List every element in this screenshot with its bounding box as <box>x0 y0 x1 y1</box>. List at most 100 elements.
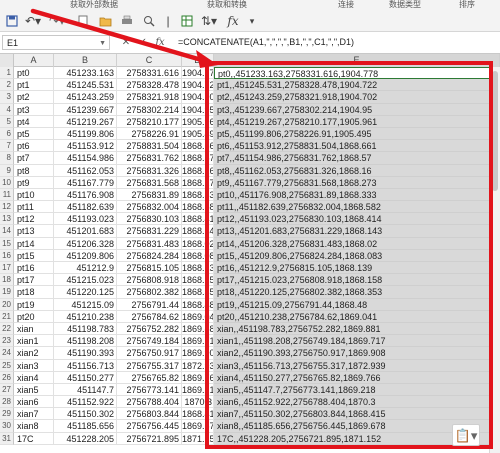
cell-d[interactable]: 1868.139 <box>182 262 214 275</box>
row-number[interactable]: 19 <box>0 286 14 299</box>
cell-a[interactable]: pt14 <box>14 237 54 250</box>
cell-d[interactable]: 1868.48 <box>182 298 214 311</box>
cell-b[interactable]: 451152.922 <box>54 396 117 409</box>
cell-b[interactable]: 451212.9 <box>54 262 117 275</box>
cell-a[interactable]: pt15 <box>14 249 54 262</box>
cell-a[interactable]: xian4 <box>14 371 54 384</box>
cell-e[interactable]: xian5,,451147.7,2756773.141,1869.218 <box>214 383 490 397</box>
row-number[interactable]: 26 <box>0 371 14 384</box>
row-number[interactable]: 25 <box>0 359 14 372</box>
cell-e[interactable]: pt2,,451243.259,2758321.918,1904.702 <box>214 91 490 104</box>
cell-a[interactable]: pt11 <box>14 201 54 214</box>
cell-e[interactable]: xian8,,451185.656,2756756.445,1869.678 <box>214 420 490 433</box>
cell-b[interactable]: 451193.023 <box>54 213 117 226</box>
table-icon[interactable] <box>178 10 196 32</box>
cell-c[interactable]: 2756831.229 <box>117 225 182 238</box>
row-number[interactable]: 5 <box>0 115 14 128</box>
cell-b[interactable]: 451219.267 <box>54 115 117 128</box>
cell-c[interactable]: 2756831.568 <box>117 176 182 189</box>
cell-c[interactable]: 2758321.918 <box>117 91 182 104</box>
cell-b[interactable]: 451162.053 <box>54 164 117 177</box>
cell-e[interactable]: pt18,,451220.125,2756802.382,1868.353 <box>214 286 490 299</box>
cell-e[interactable]: pt5,,451199.806,2758226.91,1905.495 <box>214 127 490 141</box>
cell-c[interactable]: 2756756.445 <box>117 420 182 433</box>
cell-b[interactable]: 451228.205 <box>54 432 117 445</box>
cell-b[interactable]: 451167.779 <box>54 176 117 189</box>
cell-d[interactable]: 1869.717 <box>182 335 214 348</box>
cell-e[interactable]: pt11,,451182.639,2756832.004,1868.582 <box>214 201 490 214</box>
row-number[interactable]: 2 <box>0 79 14 92</box>
cell-e[interactable]: xian3,,451156.713,2756755.317,1872.939 <box>214 359 490 372</box>
cell-e[interactable]: xian4,,451150.277,2756765.82,1869.766 <box>214 371 490 384</box>
cell-d[interactable]: 1869.881 <box>182 322 214 336</box>
row-number[interactable]: 7 <box>0 140 14 153</box>
cell-b[interactable]: 451220.125 <box>54 286 117 299</box>
cell-b[interactable]: 451150.302 <box>54 408 117 421</box>
cell-e[interactable]: pt0,,451233.163,2758331.616,1904.778 <box>214 67 490 80</box>
row-number[interactable]: 8 <box>0 152 14 165</box>
cell-b[interactable]: 451156.713 <box>54 359 117 372</box>
row-number[interactable]: 12 <box>0 201 14 214</box>
open-icon[interactable] <box>96 10 114 32</box>
cell-b[interactable]: 451233.163 <box>54 67 117 80</box>
cell-b[interactable]: 451206.328 <box>54 237 117 250</box>
cell-d[interactable]: 1869.041 <box>182 310 214 323</box>
cell-b[interactable]: 451199.806 <box>54 127 117 141</box>
row-number[interactable]: 24 <box>0 347 14 360</box>
cell-c[interactable]: 2758831.504 <box>117 140 182 153</box>
cell-d[interactable]: 1905.961 <box>182 115 214 128</box>
cell-a[interactable]: xian7 <box>14 408 54 421</box>
cell-b[interactable]: 451201.683 <box>54 225 117 238</box>
cell-e[interactable]: pt7,,451154.986,2756831.762,1868.57 <box>214 152 490 165</box>
cell-e[interactable]: pt1,,451245.531,2758328.478,1904.722 <box>214 79 490 92</box>
cell-c[interactable]: 2756784.62 <box>117 310 182 323</box>
cell-a[interactable]: xian3 <box>14 359 54 372</box>
cell-b[interactable]: 451182.639 <box>54 201 117 214</box>
cell-a[interactable]: pt1 <box>14 79 54 92</box>
row-number[interactable]: 3 <box>0 91 14 104</box>
select-all-corner[interactable] <box>0 54 14 67</box>
cell-b[interactable]: 451153.912 <box>54 140 117 153</box>
row-number[interactable]: 30 <box>0 420 14 433</box>
row-number[interactable]: 1 <box>0 67 14 80</box>
cell-e[interactable]: pt6,,451153.912,2758831.504,1868.661 <box>214 140 490 153</box>
cell-a[interactable]: pt9 <box>14 176 54 189</box>
row-number[interactable]: 28 <box>0 396 14 409</box>
row-number[interactable]: 14 <box>0 225 14 238</box>
cell-e[interactable]: xian1,,451198.208,2756749.184,1869.717 <box>214 335 490 348</box>
cell-a[interactable]: xian5 <box>14 383 54 397</box>
cell-e[interactable]: xian6,,451152.922,2756788.404,1870.3 <box>214 396 490 409</box>
cell-a[interactable]: pt16 <box>14 262 54 275</box>
cell-c[interactable]: 2756803.844 <box>117 408 182 421</box>
cell-b[interactable]: 451150.277 <box>54 371 117 384</box>
cell-b[interactable]: 451185.656 <box>54 420 117 433</box>
cell-c[interactable]: 2756831.89 <box>117 188 182 202</box>
undo-icon[interactable]: ↶▾ <box>22 10 44 32</box>
cell-a[interactable]: pt2 <box>14 91 54 104</box>
cell-a[interactable]: xian8 <box>14 420 54 433</box>
cell-b[interactable]: 451243.259 <box>54 91 117 104</box>
cell-d[interactable]: 1871.152 <box>182 432 214 445</box>
cell-a[interactable]: xian6 <box>14 396 54 409</box>
cell-c[interactable]: 2756765.82 <box>117 371 182 384</box>
cell-e[interactable]: pt9,,451167.779,2756831.568,1868.273 <box>214 176 490 189</box>
preview-icon[interactable] <box>140 10 158 32</box>
row-number[interactable]: 13 <box>0 213 14 226</box>
cell-d[interactable]: 1869.766 <box>182 371 214 384</box>
cell-c[interactable]: 2758302.214 <box>117 103 182 116</box>
cell-d[interactable]: 1870.3 <box>182 396 214 409</box>
cell-d[interactable]: 1868.16 <box>182 164 214 177</box>
cell-d[interactable]: 1868.414 <box>182 213 214 226</box>
clipboard-icon[interactable]: 📋▾ <box>452 424 480 446</box>
cell-d[interactable]: 1868.143 <box>182 225 214 238</box>
cell-e[interactable]: xian,,451198.783,2756752.282,1869.881 <box>214 322 490 336</box>
cell-b[interactable]: 451210.238 <box>54 310 117 323</box>
cell-b[interactable]: 451239.667 <box>54 103 117 116</box>
cancel-button[interactable]: ✕ <box>119 35 133 50</box>
cell-a[interactable]: pt4 <box>14 115 54 128</box>
cell-b[interactable]: 451190.393 <box>54 347 117 360</box>
cell-a[interactable]: pt20 <box>14 310 54 323</box>
cell-a[interactable]: pt10 <box>14 188 54 202</box>
cell-a[interactable]: 17C <box>14 432 54 445</box>
cell-c[interactable]: 2758226.91 <box>117 127 182 141</box>
